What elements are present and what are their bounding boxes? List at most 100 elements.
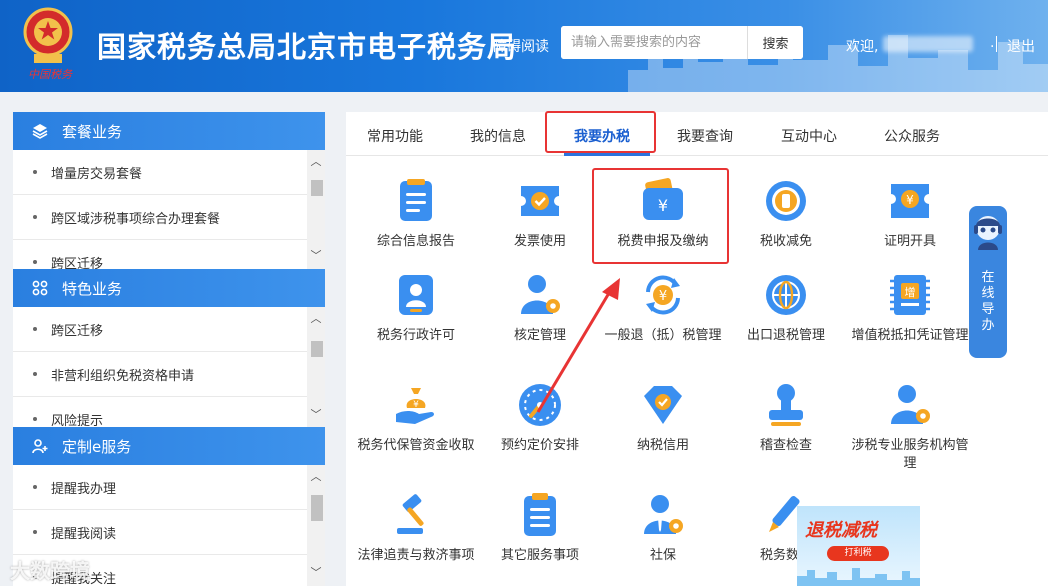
tab-my-info[interactable]: 我的信息 — [470, 126, 526, 146]
tile-label: 证明开具 — [883, 234, 936, 249]
vat-ticket-icon: 增 — [887, 272, 933, 318]
scroll-up-icon[interactable]: ︿ — [307, 311, 325, 327]
main-panel: 常用功能 我的信息 我要办税 我要查询 互动中心 公众服务 综合信息报告 发票使… — [346, 111, 1048, 586]
tile-label: 其它服务事项 — [500, 548, 579, 563]
blurred-username — [883, 36, 973, 52]
scrollbar[interactable]: ︿ ﹀ — [307, 307, 325, 427]
selected-tile-highlight-box — [592, 168, 729, 264]
tile-vat-deduction-voucher[interactable]: 增 增值税抵扣凭证管理 — [850, 272, 970, 345]
svg-text:增: 增 — [905, 285, 916, 299]
online-guide-button[interactable]: 在线导办 — [969, 206, 1007, 358]
tab-public-service[interactable]: 公众服务 — [884, 126, 940, 146]
diamond-check-icon — [640, 382, 686, 428]
robot-assistant-icon — [974, 216, 1002, 250]
tile-label: 纳税信用 — [636, 438, 689, 453]
stamp-icon — [763, 382, 809, 428]
tile-tax-relief[interactable]: 税收减免 — [726, 178, 846, 251]
svg-text:¥: ¥ — [413, 400, 419, 410]
section-title: 套餐业务 — [62, 122, 123, 141]
watermark-text: 大数跨境 — [10, 559, 90, 583]
top-header: 中国税务 国家税务总局北京市电子税务局 障碍阅读 搜索 欢迎, . 退出 — [0, 0, 1048, 92]
user-plus-icon — [30, 436, 50, 456]
svg-text:¥: ¥ — [906, 193, 914, 207]
list-item[interactable]: 跨区迁移 — [13, 307, 307, 352]
permit-badge-icon — [393, 272, 439, 318]
scroll-thumb[interactable] — [311, 180, 323, 196]
scroll-down-icon[interactable]: ﹀ — [307, 407, 325, 423]
grid-icon — [30, 278, 50, 298]
list-item[interactable]: 提醒我办理 — [13, 465, 307, 510]
yuan-refresh-icon: ¥ — [640, 272, 686, 318]
logout-link[interactable]: 退出 — [1007, 36, 1035, 56]
tab-query[interactable]: 我要查询 — [677, 126, 733, 146]
welcome-dot: . — [990, 35, 995, 51]
list-item[interactable]: 风险提示 — [13, 397, 307, 427]
tile-tax-admin-permit[interactable]: 税务行政许可 — [356, 272, 476, 345]
tab-interaction[interactable]: 互动中心 — [781, 126, 837, 146]
search-box: 搜索 — [561, 26, 803, 59]
promo-city-decoration — [797, 568, 920, 586]
tax-relief-coin-icon — [763, 178, 809, 224]
scrollbar[interactable]: ︿ ﹀ — [307, 465, 325, 586]
clipboard-list-icon — [517, 492, 563, 538]
welcome-text: 欢迎, — [846, 39, 879, 55]
tile-certificate-issue[interactable]: ¥ 证明开具 — [850, 178, 970, 251]
tile-label: 涉税专业服务机构管理 — [851, 438, 969, 471]
online-guide-label: 在线导办 — [981, 270, 995, 333]
tile-legal-remedy[interactable]: 法律追责与救济事项 — [356, 492, 476, 565]
promo-subtitle: 打利税 — [827, 546, 889, 561]
tile-other-services[interactable]: 其它服务事项 — [480, 492, 600, 565]
search-button[interactable]: 搜索 — [747, 26, 803, 59]
tile-tax-service-agency[interactable]: 涉税专业服务机构管理 — [850, 382, 970, 473]
tile-custody-funds[interactable]: ¥ 税务代保管资金收取 — [356, 382, 476, 455]
active-tab-indicator — [564, 153, 650, 156]
globe-icon — [763, 272, 809, 318]
svg-text:¥: ¥ — [659, 289, 667, 304]
list-item[interactable]: 提醒我阅读 — [13, 510, 307, 555]
document-report-icon — [393, 178, 439, 224]
tile-label: 出口退税管理 — [746, 328, 825, 343]
barrier-free-link[interactable]: 障碍阅读 — [493, 36, 549, 56]
tile-export-refund[interactable]: 出口退税管理 — [726, 272, 846, 345]
tile-comprehensive-report[interactable]: 综合信息报告 — [356, 178, 476, 251]
tile-label: 综合信息报告 — [376, 234, 455, 249]
promo-banner[interactable]: 退税减税 打利税 — [797, 506, 920, 586]
section-title: 定制e服务 — [62, 437, 132, 456]
list-item[interactable]: 增量房交易套餐 — [13, 150, 307, 195]
site-title: 国家税务总局北京市电子税务局 — [97, 30, 518, 64]
sidebar-section-custom-service[interactable]: 定制e服务 — [13, 427, 325, 465]
tile-label: 预约定价安排 — [500, 438, 579, 453]
tile-social-security[interactable]: 社保 — [603, 492, 723, 565]
scroll-down-icon[interactable]: ﹀ — [307, 565, 325, 581]
certificate-yuan-icon: ¥ — [887, 178, 933, 224]
sidebar-section-featured[interactable]: 特色业务 — [13, 269, 325, 307]
tile-invoice-use[interactable]: 发票使用 — [480, 178, 600, 251]
list-item[interactable]: 非营利组织免税资格申请 — [13, 352, 307, 397]
tile-label: 增值税抵扣凭证管理 — [851, 328, 969, 343]
list-item[interactable]: 跨区迁移 — [13, 240, 307, 269]
layers-icon — [30, 121, 50, 141]
scroll-thumb[interactable] — [311, 495, 323, 521]
active-tab-highlight-box — [545, 111, 656, 153]
money-bag-hand-icon: ¥ — [393, 382, 439, 428]
tile-label: 发票使用 — [513, 234, 566, 249]
section-title: 特色业务 — [62, 279, 123, 298]
tile-inspection[interactable]: 稽查检查 — [726, 382, 846, 455]
scroll-down-icon[interactable]: ﹀ — [307, 248, 325, 264]
sidebar-section-list: 增量房交易套餐 跨区域涉税事项综合办理套餐 跨区迁移 ︿ ﹀ — [13, 150, 325, 269]
search-input[interactable] — [561, 26, 747, 59]
scroll-up-icon[interactable]: ︿ — [307, 469, 325, 485]
scroll-thumb[interactable] — [311, 341, 323, 357]
tile-label: 税务代保管资金收取 — [357, 438, 475, 453]
invoice-ticket-icon — [517, 178, 563, 224]
list-item[interactable]: 跨区域涉税事项综合办理套餐 — [13, 195, 307, 240]
sidebar: 套餐业务 增量房交易套餐 跨区域涉税事项综合办理套餐 跨区迁移 ︿ ﹀ 特色业务… — [13, 112, 325, 586]
sidebar-section-package[interactable]: 套餐业务 — [13, 112, 325, 150]
header-divider — [996, 36, 997, 52]
scrollbar[interactable]: ︿ ﹀ — [307, 150, 325, 269]
tab-common[interactable]: 常用功能 — [367, 126, 423, 146]
tile-label: 税收减免 — [759, 234, 812, 249]
emblem-caption: 中国税务 — [28, 68, 72, 81]
sidebar-section-list: 跨区迁移 非营利组织免税资格申请 风险提示 ︿ ﹀ — [13, 307, 325, 427]
scroll-up-icon[interactable]: ︿ — [307, 154, 325, 170]
